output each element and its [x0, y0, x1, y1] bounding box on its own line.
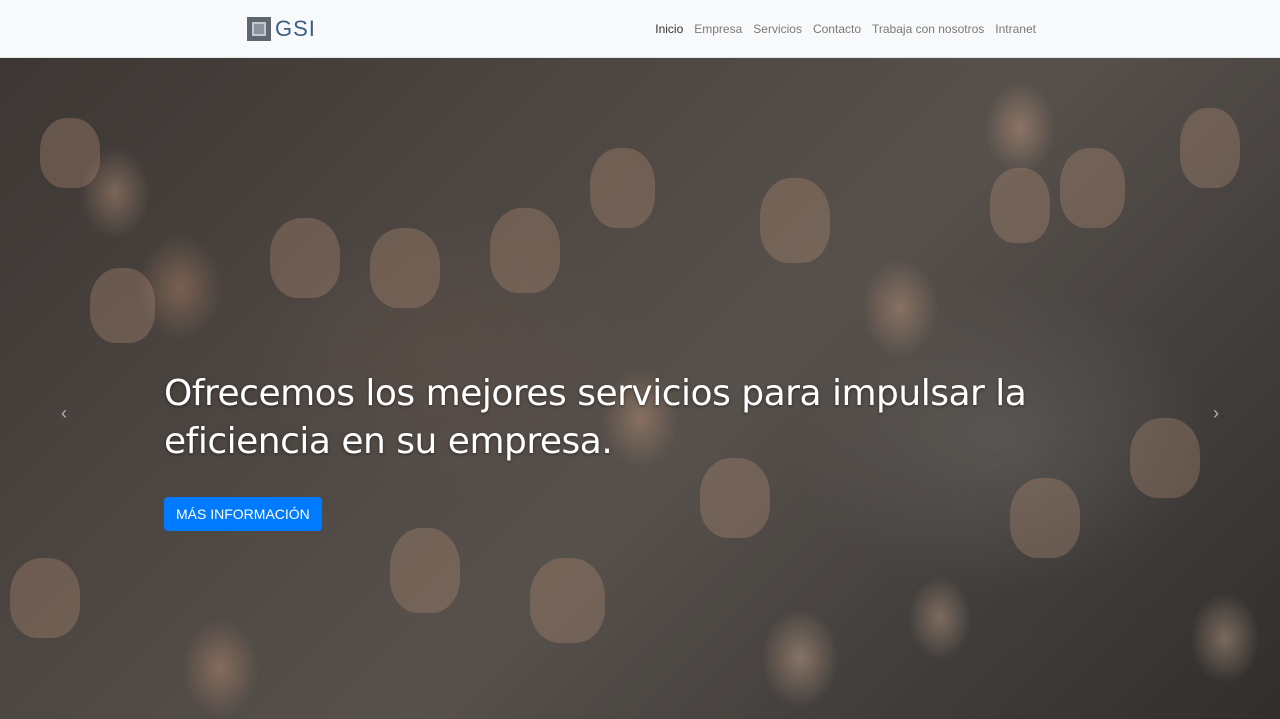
nav-menu: Inicio Empresa Servicios Contacto Trabaj…	[655, 0, 1036, 58]
nav-link-empresa[interactable]: Empresa	[694, 22, 742, 36]
logo-square-icon	[247, 17, 271, 41]
nav-link-inicio[interactable]: Inicio	[655, 22, 683, 36]
carousel-prev-icon[interactable]: ‹	[54, 403, 74, 423]
hero-carousel: ‹ › Ofrecemos los mejores servicios para…	[0, 58, 1280, 719]
hero-caption: Ofrecemos los mejores servicios para imp…	[164, 370, 1044, 466]
mas-informacion-button[interactable]: MÁS INFORMACIÓN	[164, 497, 322, 531]
top-navbar: GSI Inicio Empresa Servicios Contacto Tr…	[0, 0, 1280, 58]
nav-link-servicios[interactable]: Servicios	[753, 22, 802, 36]
nav-link-intranet[interactable]: Intranet	[995, 22, 1036, 36]
hero-title: Ofrecemos los mejores servicios para imp…	[164, 373, 1027, 462]
nav-link-contacto[interactable]: Contacto	[813, 22, 861, 36]
nav-link-trabaja-con-nosotros[interactable]: Trabaja con nosotros	[872, 22, 984, 36]
brand-logo[interactable]: GSI	[247, 15, 316, 43]
brand-name: GSI	[275, 16, 316, 41]
carousel-next-icon[interactable]: ›	[1206, 403, 1226, 423]
